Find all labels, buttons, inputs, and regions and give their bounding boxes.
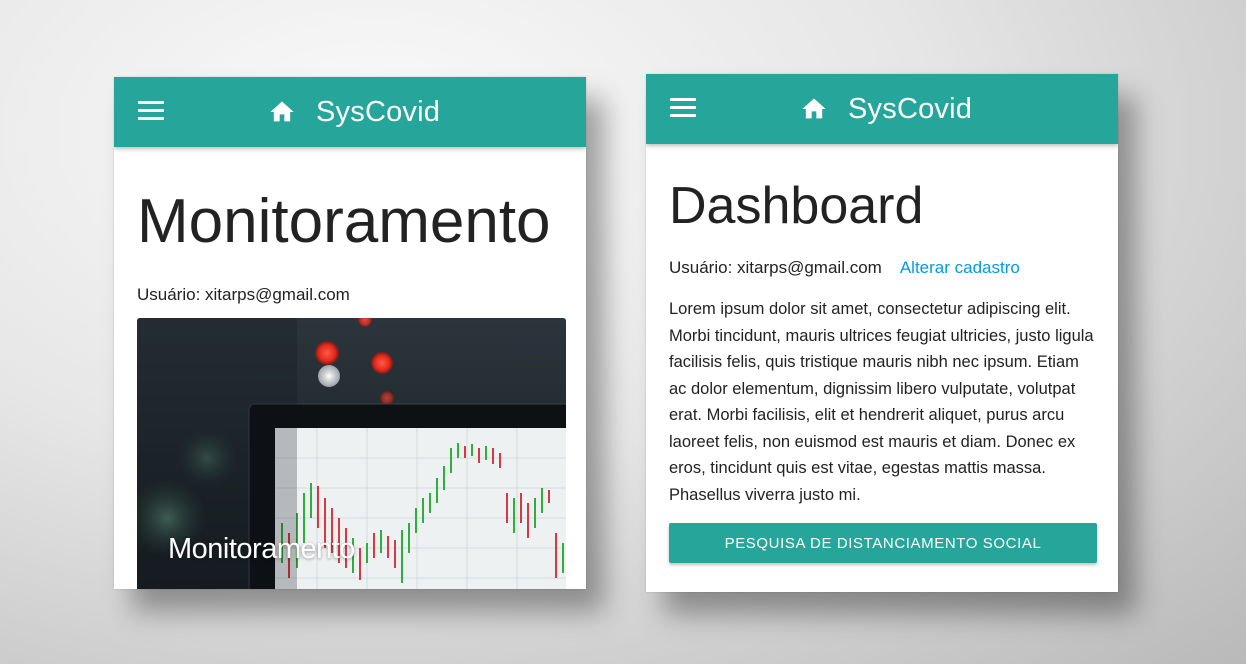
user-email: Usuário: xitarps@gmail.com	[137, 285, 350, 304]
user-row: Usuário: xitarps@gmail.com Alterar cadas…	[669, 258, 1095, 278]
user-email: Usuário: xitarps@gmail.com	[669, 258, 882, 277]
page-title: Monitoramento	[137, 187, 551, 256]
monitoramento-screen: SysCovid Monitoramento Usuário: xitarps@…	[114, 77, 586, 589]
card-title: Monitoramento	[168, 533, 355, 565]
brand-name: SysCovid	[316, 95, 441, 128]
page-title: Dashboard	[669, 177, 924, 235]
monitoramento-card[interactable]: Monitoramento	[137, 318, 566, 589]
home-icon	[802, 98, 826, 119]
brand-name: SysCovid	[848, 92, 973, 125]
dashboard-screen: SysCovid Dashboard Usuário: xitarps@gmai…	[646, 74, 1118, 592]
home-icon	[270, 101, 294, 122]
alter-cadastro-link[interactable]: Alterar cadastro	[900, 258, 1020, 278]
app-bar: SysCovid	[114, 77, 586, 147]
app-bar: SysCovid	[646, 74, 1118, 144]
hamburger-menu-icon[interactable]	[138, 101, 164, 123]
brand-link[interactable]: SysCovid	[800, 74, 972, 144]
brand-link[interactable]: SysCovid	[268, 77, 440, 147]
description-paragraph: Lorem ipsum dolor sit amet, consectetur …	[669, 300, 1094, 504]
hamburger-menu-icon[interactable]	[670, 98, 696, 120]
pesquisa-distanciamento-button[interactable]: PESQUISA DE DISTANCIAMENTO SOCIAL	[669, 523, 1097, 563]
